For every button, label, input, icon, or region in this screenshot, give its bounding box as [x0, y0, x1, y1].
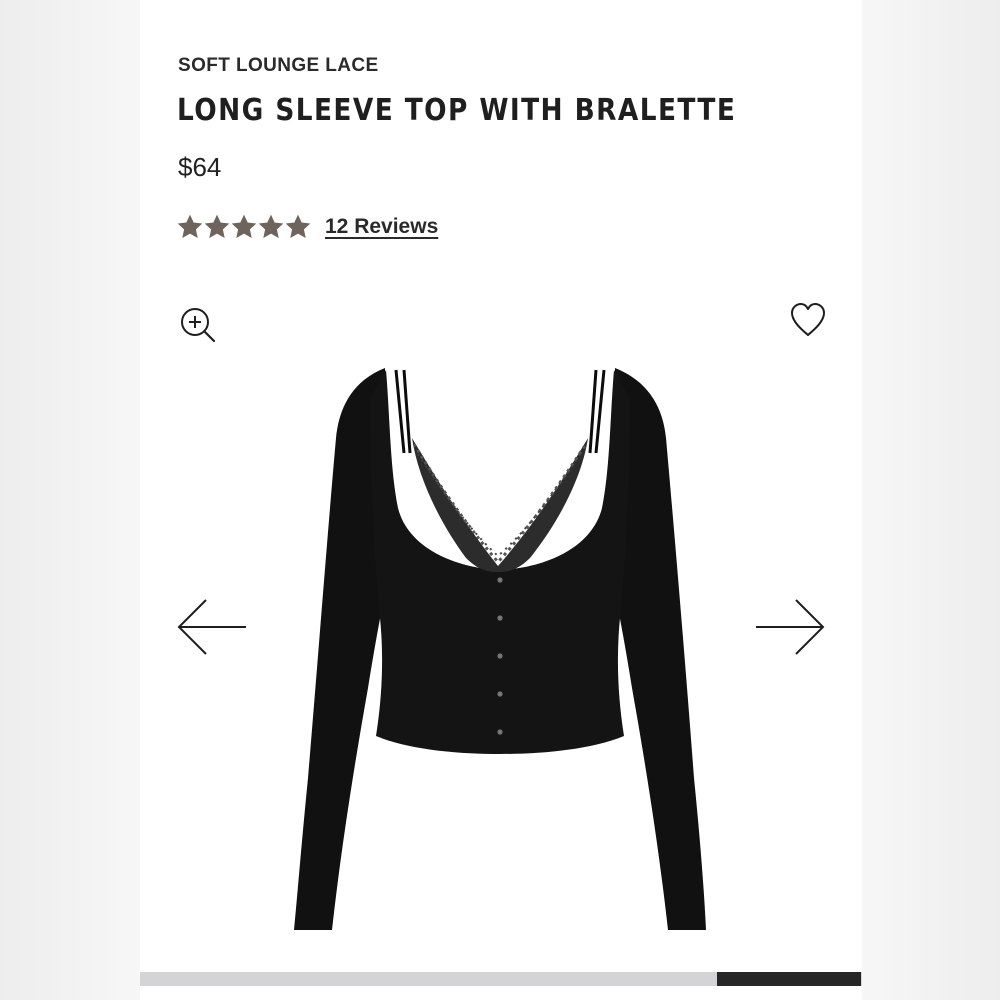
arrow-right-icon[interactable] — [754, 596, 826, 658]
star-icon — [204, 214, 230, 240]
product-card: SOFT LOUNGE LACE LONG SLEEVE TOP WITH BR… — [140, 0, 862, 1000]
backdrop-right — [860, 0, 1000, 1000]
star-rating — [177, 214, 311, 240]
product-price: $64 — [178, 152, 222, 182]
zoom-in-icon[interactable] — [178, 305, 218, 345]
star-icon — [258, 214, 284, 240]
collection-name: SOFT LOUNGE LACE — [178, 55, 379, 76]
star-icon — [231, 214, 257, 240]
gallery-progress-fill — [717, 972, 861, 986]
arrow-left-icon[interactable] — [176, 596, 248, 658]
backdrop-left — [0, 0, 140, 1000]
star-icon — [177, 214, 203, 240]
heart-icon[interactable] — [788, 300, 828, 340]
product-title: LONG SLEEVE TOP WITH BRALETTE — [177, 93, 737, 128]
star-icon — [285, 214, 311, 240]
reviews-link[interactable]: 12 Reviews — [325, 215, 438, 239]
product-image — [290, 358, 710, 938]
gallery-progress-track — [140, 972, 862, 986]
rating-row: 12 Reviews — [177, 212, 438, 242]
